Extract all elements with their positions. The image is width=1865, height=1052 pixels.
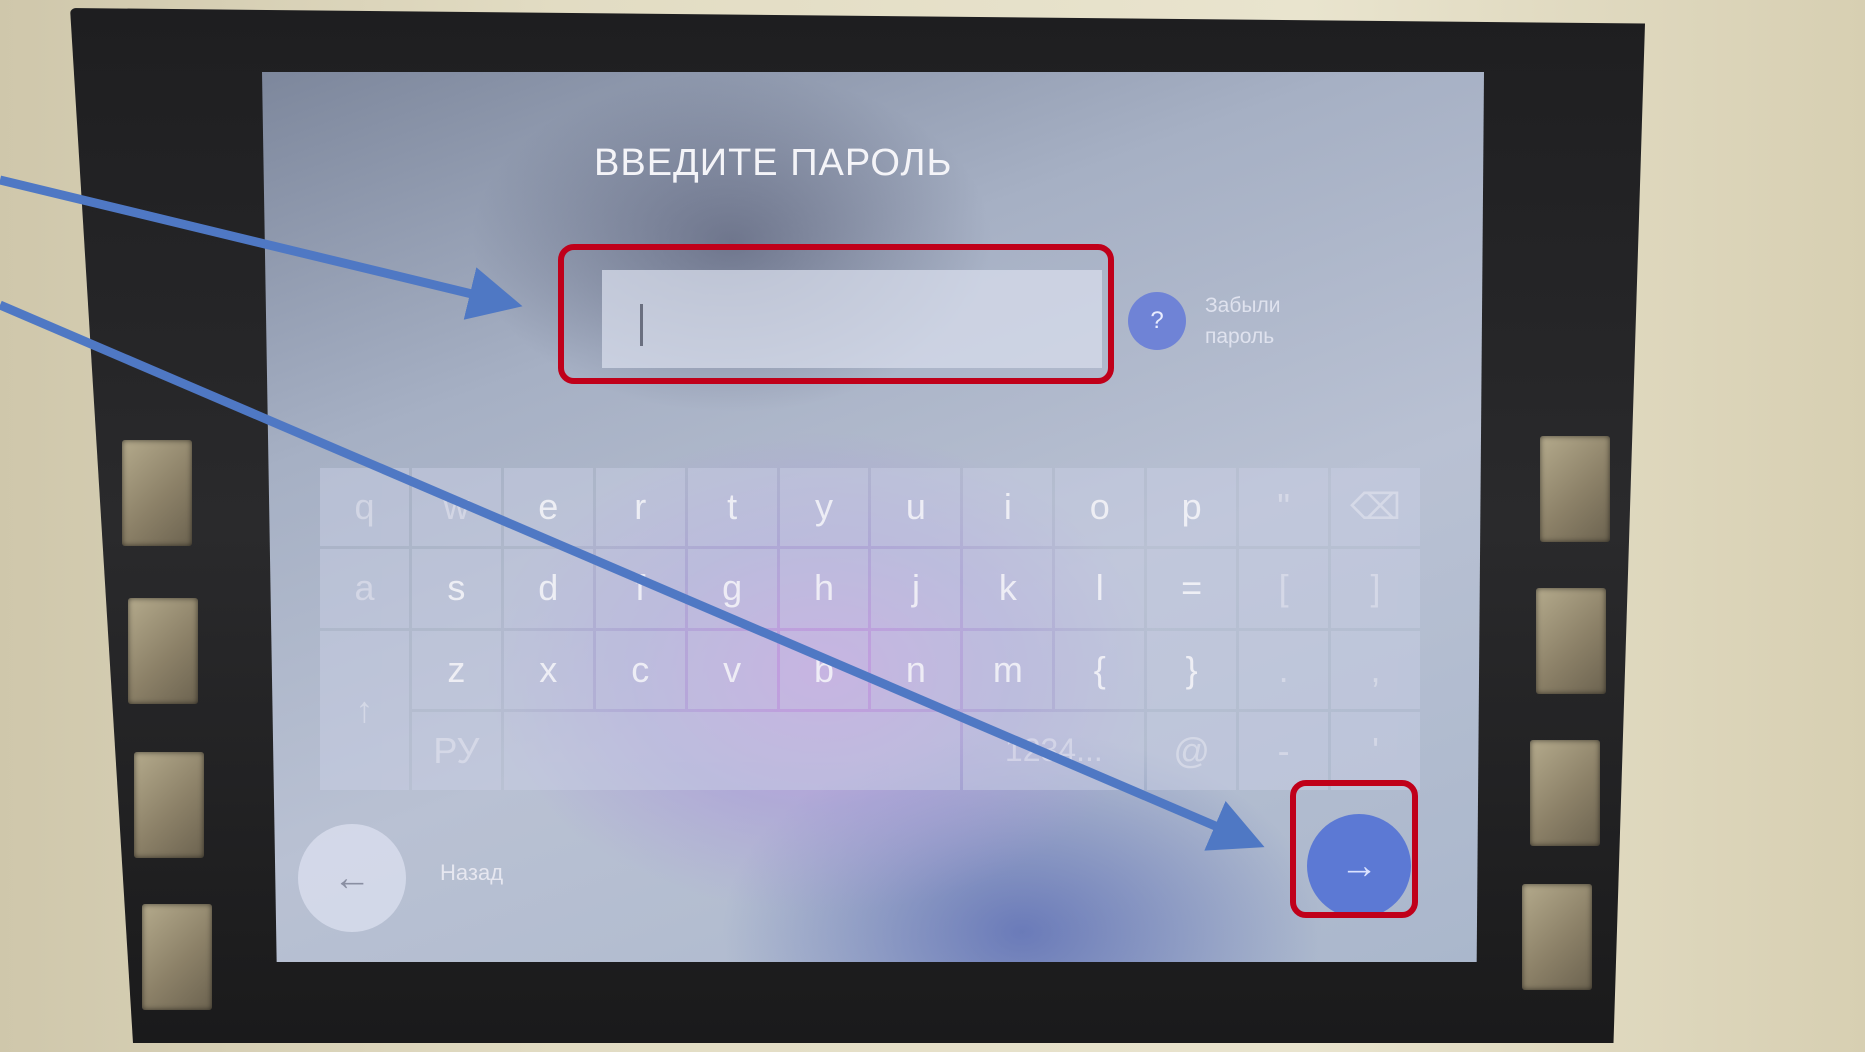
arrow-to-next-button	[0, 300, 1265, 851]
arrow-to-password-field	[0, 175, 523, 320]
annotation-arrows	[0, 175, 1265, 851]
